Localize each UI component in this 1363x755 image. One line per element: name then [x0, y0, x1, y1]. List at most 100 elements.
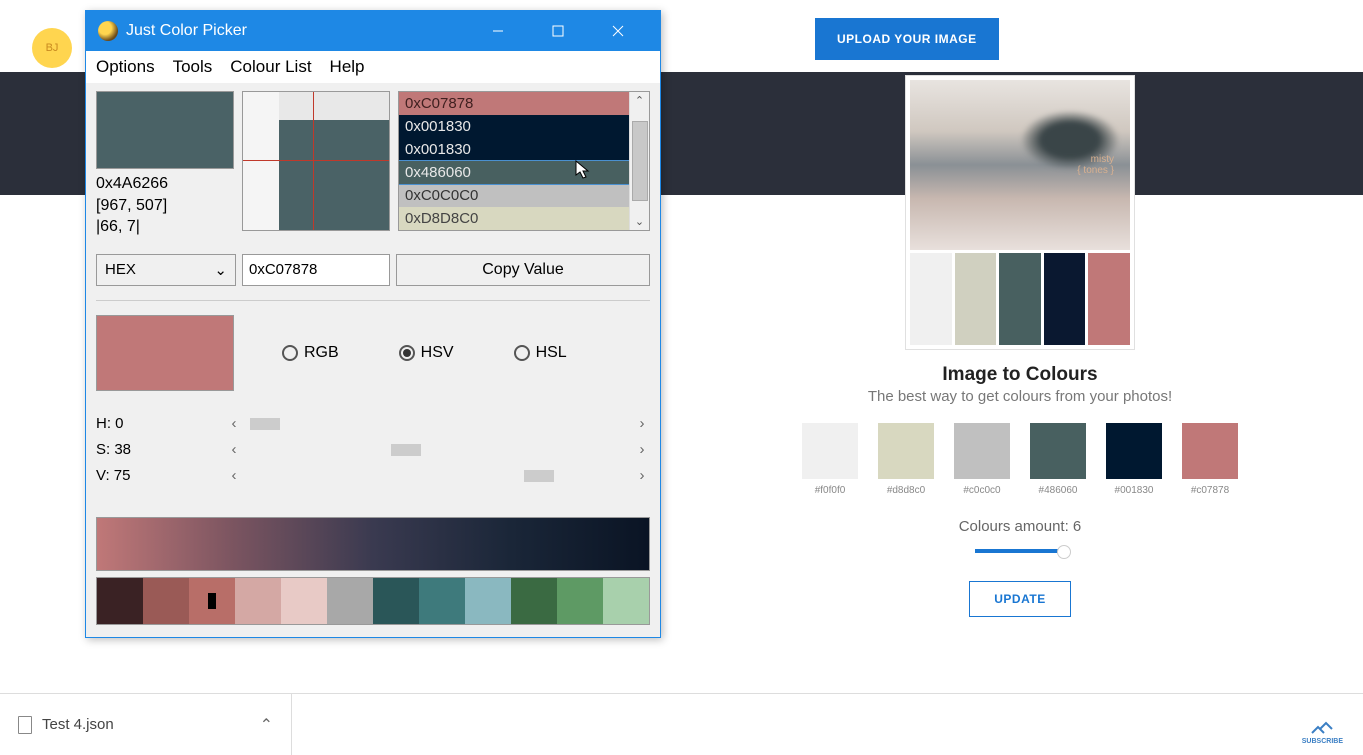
hsv-sliders: H: 0‹›S: 38‹›V: 75‹› — [96, 411, 650, 489]
colours-amount-slider[interactable] — [975, 549, 1065, 553]
slider-row: H: 0‹ › — [96, 411, 650, 437]
image-swatch — [910, 253, 952, 345]
current-hex: 0x4A6266 — [96, 173, 234, 195]
history-item[interactable]: 0x001830 — [399, 138, 629, 161]
history-item[interactable]: 0xC07878 — [399, 92, 629, 115]
model-swatch — [96, 315, 234, 391]
palette-cell[interactable] — [603, 578, 649, 624]
extracted-swatch — [954, 423, 1010, 479]
close-button[interactable] — [588, 11, 648, 51]
image-swatch — [1088, 253, 1130, 345]
app-icon — [98, 21, 118, 41]
menu-colour-list[interactable]: Colour List — [230, 57, 311, 77]
palette-marker — [208, 593, 216, 609]
subscribe-badge[interactable]: SUBSCRIBE — [1302, 719, 1343, 745]
image-swatch — [1044, 253, 1086, 345]
scroll-down-icon[interactable]: ⌄ — [635, 213, 644, 230]
current-color-swatch — [96, 91, 234, 169]
radio-rgb[interactable]: RGB — [282, 344, 339, 362]
radio-label: RGB — [304, 344, 339, 362]
titlebar[interactable]: Just Color Picker — [86, 11, 660, 51]
sample-image: misty{ tones } — [910, 80, 1130, 250]
minimize-button[interactable] — [468, 11, 528, 51]
palette-cell[interactable] — [235, 578, 281, 624]
slider-right-icon[interactable]: › — [634, 415, 650, 432]
web-panel: misty{ tones } Image to Colours The best… — [680, 75, 1360, 617]
radio-icon — [282, 345, 298, 361]
slider-label: V: 75 — [96, 467, 226, 484]
slider-left-icon[interactable]: ‹ — [226, 467, 242, 484]
history-item[interactable]: 0xD8D8C0 — [399, 207, 629, 230]
menubar: Options Tools Colour List Help — [86, 51, 660, 83]
history-item[interactable]: 0x486060 — [399, 161, 629, 184]
radio-label: HSL — [536, 344, 567, 362]
palette-cell[interactable] — [143, 578, 189, 624]
slider-right-icon[interactable]: › — [634, 467, 650, 484]
slider-thumb[interactable] — [524, 470, 554, 482]
extracted-color[interactable]: #f0f0f0 — [802, 423, 858, 496]
format-select[interactable]: HEX ⌄ — [96, 254, 236, 286]
history-item[interactable]: 0x001830 — [399, 115, 629, 138]
subscribe-label: SUBSCRIBE — [1302, 738, 1343, 745]
extracted-color[interactable]: #c0c0c0 — [954, 423, 1010, 496]
window-title: Just Color Picker — [126, 22, 468, 40]
sample-image-swatches — [910, 250, 1130, 345]
scroll-up-icon[interactable]: ⌃ — [635, 92, 644, 109]
color-value-input[interactable] — [242, 254, 390, 286]
extracted-label: #486060 — [1030, 485, 1086, 496]
radio-hsl[interactable]: HSL — [514, 344, 567, 362]
extracted-swatch — [1182, 423, 1238, 479]
download-file-chip[interactable]: Test 4.json ⌃ — [0, 694, 292, 755]
maximize-button[interactable] — [528, 11, 588, 51]
color-model-radios: RGB HSV HSL — [282, 344, 567, 362]
history-item[interactable]: 0xC0C0C0 — [399, 184, 629, 207]
palette-cell[interactable] — [557, 578, 603, 624]
upload-image-button[interactable]: UPLOAD YOUR IMAGE — [815, 18, 999, 60]
slider-track[interactable] — [242, 470, 634, 482]
slider-left-icon[interactable]: ‹ — [226, 415, 242, 432]
slider-left-icon[interactable]: ‹ — [226, 441, 242, 458]
update-button[interactable]: UPDATE — [969, 581, 1070, 617]
palette-cell[interactable] — [511, 578, 557, 624]
extracted-color[interactable]: #d8d8c0 — [878, 423, 934, 496]
palette-bar[interactable] — [96, 577, 650, 625]
history-scrollbar[interactable]: ⌃ ⌄ — [629, 92, 649, 230]
menu-tools[interactable]: Tools — [173, 57, 213, 77]
radio-label: HSV — [421, 344, 454, 362]
palette-cell[interactable] — [327, 578, 373, 624]
divider — [96, 300, 650, 301]
palette-cell[interactable] — [97, 578, 143, 624]
extracted-color[interactable]: #c07878 — [1182, 423, 1238, 496]
slider-thumb[interactable] — [250, 418, 280, 430]
extracted-color[interactable]: #001830 — [1106, 423, 1162, 496]
copy-value-button[interactable]: Copy Value — [396, 254, 650, 286]
menu-options[interactable]: Options — [96, 57, 155, 77]
gradient-bar[interactable] — [96, 517, 650, 571]
extracted-color[interactable]: #486060 — [1030, 423, 1086, 496]
avatar[interactable]: BJ — [32, 28, 72, 68]
slider-right-icon[interactable]: › — [634, 441, 650, 458]
extracted-label: #c07878 — [1182, 485, 1238, 496]
download-file-name: Test 4.json — [42, 716, 250, 733]
radio-icon — [399, 345, 415, 361]
extracted-label: #001830 — [1106, 485, 1162, 496]
extracted-swatch — [802, 423, 858, 479]
slider-thumb[interactable] — [391, 444, 421, 456]
zoom-preview — [242, 91, 390, 231]
slider-track[interactable] — [242, 444, 634, 456]
slider-track[interactable] — [242, 418, 634, 430]
palette-cell[interactable] — [465, 578, 511, 624]
slider-label: H: 0 — [96, 415, 226, 432]
palette-cell[interactable] — [189, 578, 235, 624]
radio-hsv[interactable]: HSV — [399, 344, 454, 362]
chevron-down-icon: ⌄ — [214, 261, 227, 279]
palette-cell[interactable] — [373, 578, 419, 624]
extracted-label: #c0c0c0 — [954, 485, 1010, 496]
menu-help[interactable]: Help — [330, 57, 365, 77]
palette-cell[interactable] — [419, 578, 465, 624]
palette-cell[interactable] — [281, 578, 327, 624]
image-swatch — [999, 253, 1041, 345]
sample-image-card: misty{ tones } — [905, 75, 1135, 350]
scroll-thumb[interactable] — [632, 121, 648, 201]
chevron-up-icon[interactable]: ⌃ — [260, 715, 273, 735]
